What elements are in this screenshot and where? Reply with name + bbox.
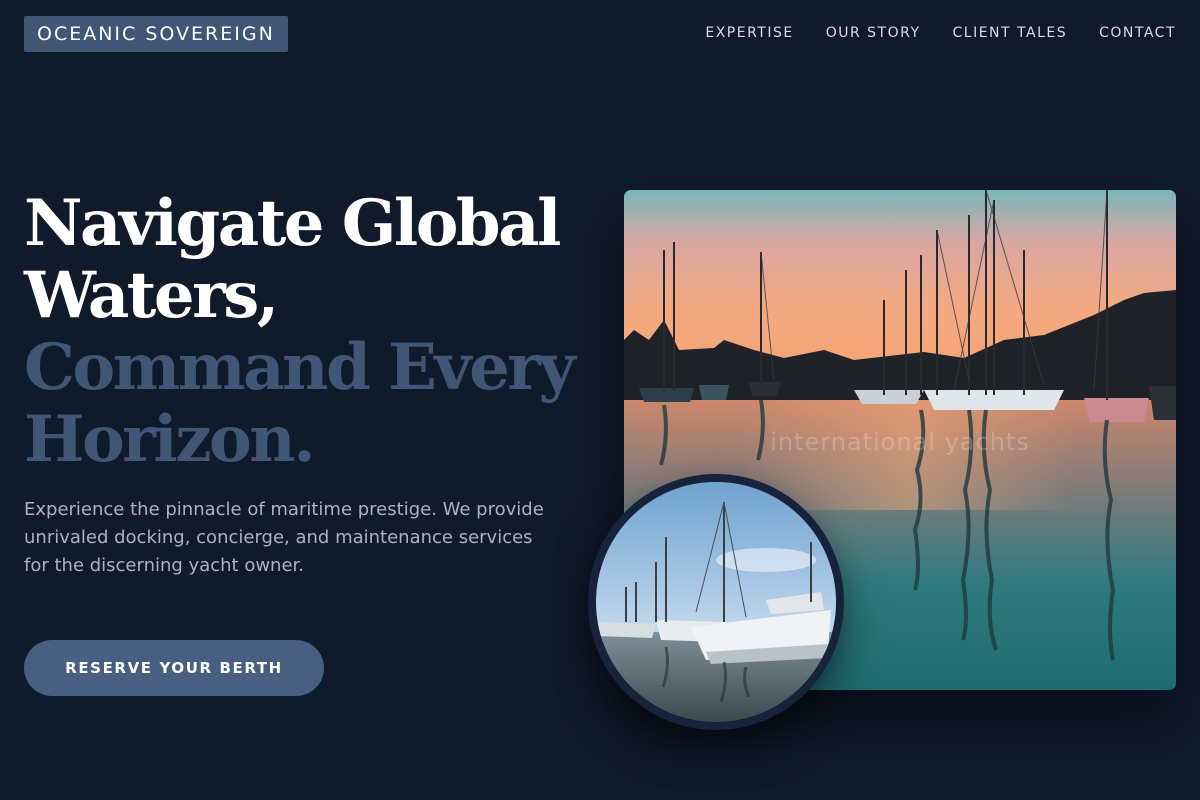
main-nav: EXPERTISE OUR STORY CLIENT TALES CONTACT <box>705 22 1176 44</box>
headline-line-2a: Command Every <box>24 330 576 405</box>
hero-description: Experience the pinnacle of maritime pres… <box>24 499 544 576</box>
nav-item-contact[interactable]: CONTACT <box>1099 22 1176 44</box>
brand-logo[interactable]: OCEANIC SOVEREIGN <box>24 16 288 52</box>
marina-day-image <box>588 474 844 730</box>
reserve-berth-button[interactable]: RESERVE YOUR BERTH <box>24 640 324 696</box>
nav-item-our-story[interactable]: OUR STORY <box>826 22 921 44</box>
headline-line-1b: Waters, <box>24 258 279 333</box>
hero-headline: Navigate Global Waters, Command Every Ho… <box>24 188 604 476</box>
headline-line-2b: Horizon. <box>24 402 316 477</box>
nav-item-client-tales[interactable]: CLIENT TALES <box>953 22 1068 44</box>
nav-item-expertise[interactable]: EXPERTISE <box>705 22 793 44</box>
image-watermark: international yachts <box>770 428 1030 456</box>
headline-line-1a: Navigate Global <box>24 186 561 261</box>
